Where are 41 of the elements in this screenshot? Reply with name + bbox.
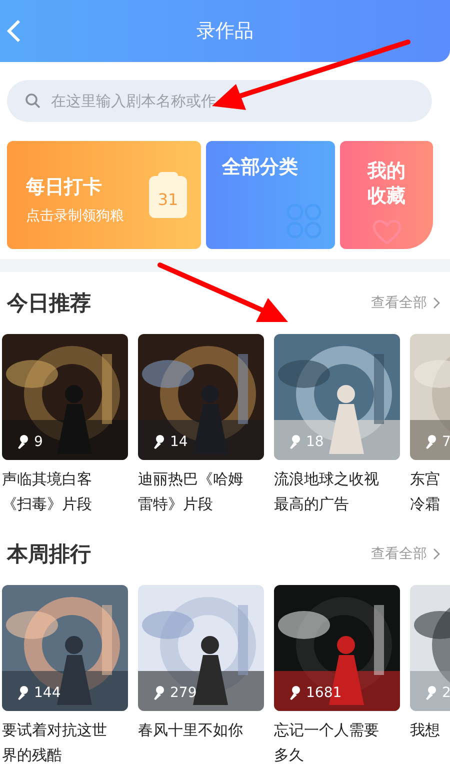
section-title: 本周排行 <box>7 541 91 568</box>
work-title[interactable]: 迪丽热巴《哈姆 雷特》片段 <box>138 467 264 517</box>
play-count: 2 <box>424 685 450 701</box>
microphone-icon <box>152 685 164 701</box>
card-subtitle: 点击录制领狗粮 <box>26 207 125 225</box>
microphone-icon <box>424 685 436 701</box>
card-title: 每日打卡 <box>26 175 103 199</box>
work-title[interactable]: 要试着对抗这世 界的残酷 <box>2 718 128 768</box>
heart-icon <box>372 219 402 245</box>
work-thumbnail[interactable]: 279 <box>138 585 264 711</box>
work-title[interactable]: 我想 <box>410 718 450 743</box>
work-thumbnail[interactable]: 14 <box>138 334 264 460</box>
search-field[interactable]: 在这里输入剧本名称或作 <box>7 80 432 122</box>
play-count: 1681 <box>288 685 342 701</box>
work-title[interactable]: 忘记一个人需要 多久 <box>274 718 400 768</box>
microphone-icon <box>288 434 300 450</box>
chevron-icon <box>433 548 440 560</box>
microphone-icon <box>288 685 300 701</box>
work-thumbnail[interactable]: 144 <box>2 585 128 711</box>
chevron-icon <box>433 297 440 309</box>
work-title[interactable]: 流浪地球之收视 最高的广告 <box>274 467 400 517</box>
work-title[interactable]: 东宫 冷霜 <box>410 467 450 517</box>
microphone-icon <box>424 434 436 450</box>
play-count: 279 <box>152 685 197 701</box>
work-thumbnail[interactable]: 1681 <box>274 585 400 711</box>
section-title: 今日推荐 <box>7 290 91 317</box>
card-title: 全部分类 <box>222 155 299 179</box>
page-title: 录作品 <box>196 19 254 44</box>
play-count: 14 <box>152 434 188 450</box>
work-thumbnail[interactable]: 9 <box>2 334 128 460</box>
work-title[interactable]: 春风十里不如你 <box>138 718 264 743</box>
play-count: 18 <box>288 434 324 450</box>
work-title[interactable]: 声临其境白客 《扫毒》片段 <box>2 467 128 517</box>
microphone-icon <box>16 685 28 701</box>
microphone-icon <box>16 434 28 450</box>
search-icon <box>25 93 41 109</box>
play-count: 144 <box>16 685 61 701</box>
play-count: 7 <box>424 434 450 450</box>
card-title: 我的收藏 <box>366 159 406 209</box>
play-count: 9 <box>16 434 43 450</box>
microphone-icon <box>152 434 164 450</box>
